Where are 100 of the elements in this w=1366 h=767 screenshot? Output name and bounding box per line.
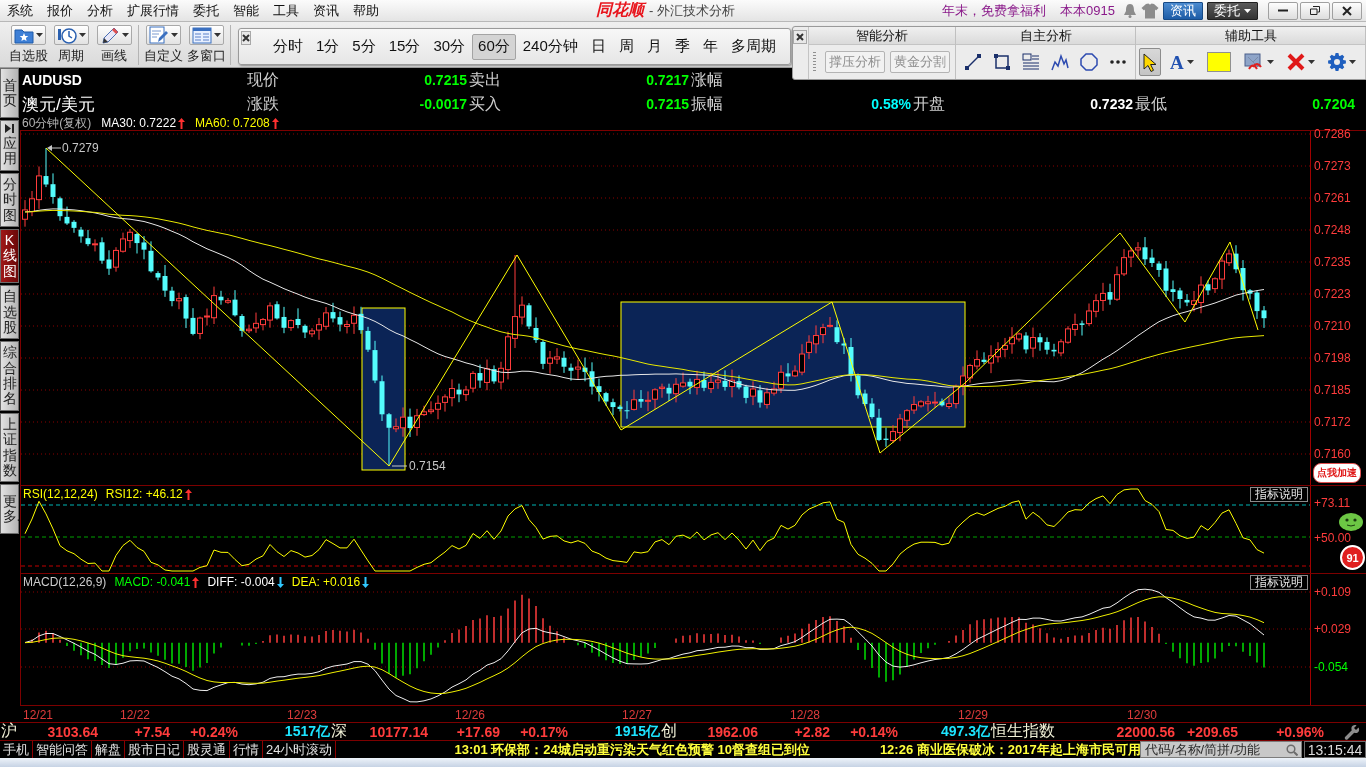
index-volume: 1517亿 <box>283 722 330 741</box>
bottom-tab[interactable]: 手机 <box>0 741 33 758</box>
mascot-icon[interactable] <box>1338 511 1364 531</box>
news-headline[interactable]: 13:01 环保部：24城启动重污染天气红色预警 10督查组已到位 <box>454 741 810 758</box>
pointer-tool-button[interactable] <box>1139 48 1161 76</box>
menu-item[interactable]: 智能 <box>226 0 266 21</box>
promo-link[interactable]: 年末，免费拿福利 <box>942 1 1047 20</box>
index-percent: +0.96% <box>1275 723 1324 740</box>
period-label: 60分钟(复权) <box>22 114 92 132</box>
speed-badge[interactable]: 91 <box>1340 545 1365 570</box>
bottom-tab[interactable]: 智能问答 <box>33 741 92 758</box>
index-value: 22000.56 <box>1115 723 1175 740</box>
news-button[interactable]: 资讯 <box>1163 1 1203 20</box>
symbol-code: AUDUSD <box>21 72 83 88</box>
news-headline[interactable]: 12:26 商业医保破冰：2017年起上海市民可用 <box>879 741 1140 758</box>
axis-label: +50.00 <box>1314 532 1352 544</box>
sidebar-tab[interactable]: 上证指数 <box>0 412 19 483</box>
period-tab[interactable]: 日 <box>584 33 612 60</box>
bottom-tab[interactable]: 行情 <box>230 741 263 758</box>
menu-item[interactable]: 工具 <box>266 0 306 21</box>
close-button[interactable] <box>793 30 807 44</box>
sidebar-tab[interactable]: 分时图 <box>0 172 19 227</box>
legend-text: DIFF: -0.004 <box>207 575 275 589</box>
period-tab[interactable]: 季 <box>668 33 696 60</box>
menu-item[interactable]: 系统 <box>0 0 40 21</box>
sidebar-tab[interactable]: 首页 <box>0 68 19 118</box>
period-button[interactable]: 周期 <box>51 25 91 65</box>
help-button[interactable]: 指标说明 <box>1250 575 1308 590</box>
speed-up-bubble[interactable]: 点我加速 <box>1313 463 1361 483</box>
help-button[interactable]: 指标说明 <box>1250 487 1308 502</box>
period-tab[interactable]: 15分 <box>382 33 427 60</box>
period-tab[interactable]: 年 <box>696 33 724 60</box>
index-change: +17.69 <box>455 723 500 740</box>
caret-icon <box>35 33 43 37</box>
watchlist-button[interactable]: 自选股 <box>8 25 48 65</box>
period-tab[interactable]: 60分 <box>472 33 516 60</box>
search-field[interactable]: 代码/名称/简拼/功能 <box>1140 741 1302 758</box>
bottom-tab[interactable]: 股市日记 <box>125 741 184 758</box>
sidebar-tab[interactable]: 更多. <box>0 484 19 535</box>
period-tab[interactable]: 周 <box>612 33 640 60</box>
sidebar-tab[interactable]: 自选股 <box>0 285 19 340</box>
text-tool-button[interactable]: A <box>1166 48 1198 76</box>
draw-line-button[interactable]: 画线 <box>94 25 134 65</box>
dropdown-button[interactable]: 委托 <box>1207 1 1258 20</box>
sidebar-tab[interactable]: 应用 <box>0 120 19 171</box>
customize-button[interactable]: 自定义 <box>143 25 183 65</box>
bell-icon[interactable] <box>1123 3 1137 18</box>
edit-document-icon <box>148 26 169 44</box>
period-tab[interactable]: 分时 <box>267 33 309 60</box>
period-tab[interactable]: 240分钟 <box>516 33 584 60</box>
quote-value: 0.7217 <box>646 72 689 88</box>
quote-label: 开盘 <box>913 93 945 114</box>
close-button[interactable] <box>1332 1 1362 20</box>
period-tab[interactable]: 30分 <box>427 33 472 60</box>
menu-item[interactable]: 委托 <box>186 0 226 21</box>
zigzag-icon[interactable] <box>1051 53 1069 71</box>
multi-window-button[interactable]: 多窗口 <box>186 25 226 65</box>
cursor-icon <box>1143 52 1157 72</box>
grip-handle[interactable] <box>813 52 816 72</box>
clock-icon <box>56 26 77 44</box>
rectangle-icon[interactable] <box>993 53 1011 71</box>
period-tab[interactable]: 1分 <box>310 33 346 60</box>
axis-label: +0.029 <box>1314 623 1352 635</box>
axis-label: 0.7210 <box>1314 320 1351 332</box>
bottom-tab[interactable]: 24小时滚动 <box>263 741 337 758</box>
annotation-line <box>391 465 408 467</box>
price-annotation: 0.7279 <box>62 141 99 155</box>
menu-item[interactable]: 扩展行情 <box>120 0 186 21</box>
menu-item[interactable]: 帮助 <box>346 0 386 21</box>
legend-text: MACD: -0.041 <box>114 575 191 589</box>
line-tool-icon[interactable] <box>964 53 982 71</box>
close-button[interactable] <box>241 31 251 45</box>
octagon-icon[interactable] <box>1080 53 1098 71</box>
sidebar-tab[interactable]: K线图 <box>0 228 19 284</box>
shirt-icon[interactable] <box>1141 2 1159 19</box>
caret-icon <box>78 33 86 37</box>
text-box-icon[interactable] <box>1022 53 1040 71</box>
period-tab[interactable]: 多周期 <box>724 33 782 60</box>
quote-label: 卖出 <box>469 69 501 90</box>
restore-button[interactable] <box>1300 1 1330 20</box>
price-annotation: 0.7154 <box>409 459 446 473</box>
date-label: 12/22 <box>120 708 151 722</box>
date-label: 12/27 <box>622 708 653 722</box>
caret-icon <box>1244 8 1251 13</box>
axis-label: 0.7223 <box>1314 288 1351 300</box>
quote-value: 0.58% <box>871 96 911 112</box>
period-tab[interactable]: 月 <box>640 33 668 60</box>
bottom-tab[interactable]: 股灵通 <box>184 741 230 758</box>
quote-label: 涨跌 <box>247 93 279 114</box>
menu-item[interactable]: 资讯 <box>306 0 346 21</box>
play-bar-icon <box>5 124 14 133</box>
sidebar-tab[interactable]: 综合排名 <box>0 341 19 411</box>
menu-item[interactable]: 报价 <box>40 0 80 21</box>
index-change: +209.65 <box>1186 723 1238 740</box>
menu-item[interactable]: 分析 <box>80 0 120 21</box>
user-name[interactable]: 本本0915 <box>1060 1 1115 20</box>
wrench-icon[interactable] <box>1344 723 1360 740</box>
indicator-title: MACD(12,26,9) <box>23 575 107 589</box>
bottom-tab[interactable]: 解盘 <box>92 741 125 758</box>
period-tab[interactable]: 5分 <box>346 33 382 60</box>
